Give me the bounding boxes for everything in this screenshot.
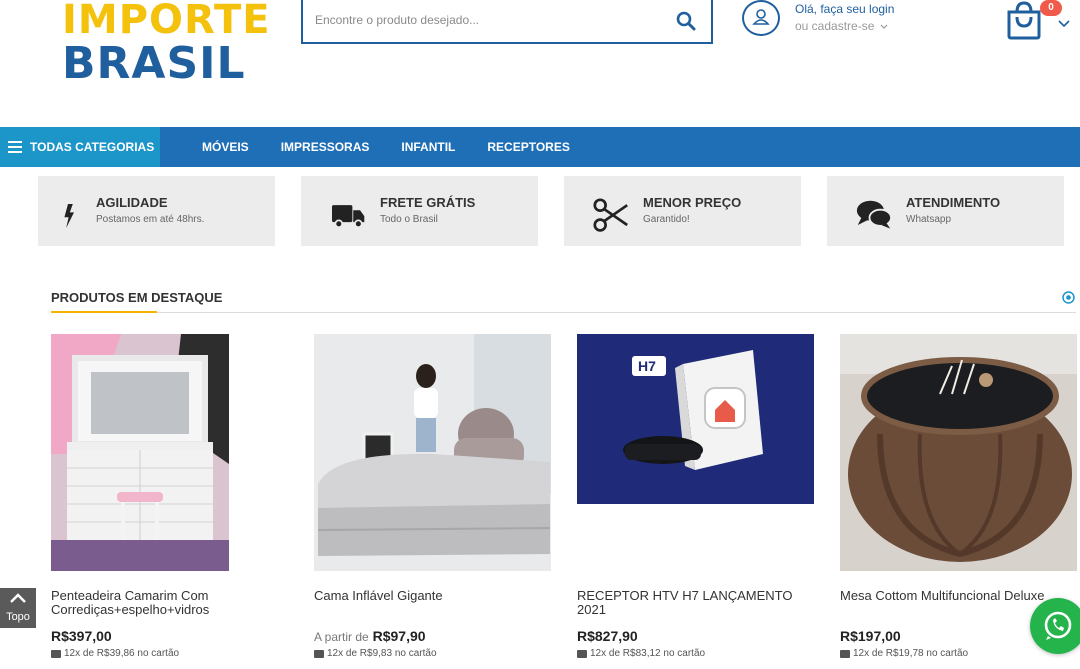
login-link[interactable]: Olá, faça seu login [795,2,894,16]
benefit-agility: AGILIDADE Postamos em até 48hrs. [38,176,275,246]
section-divider [51,312,1076,313]
benefit-lowest-price: MENOR PREÇO Garantido! [564,176,801,246]
section-title: PRODUTOS EM DESTAQUE [51,290,223,305]
benefit-subtitle: Garantido! [643,214,690,225]
product-name[interactable]: Penteadeira Camarim Com Corrediças+espel… [51,589,287,617]
shopping-bag-icon [1007,1,1041,40]
chevron-down-icon [880,24,888,29]
whatsapp-icon [1044,611,1072,640]
product-card[interactable]: Cama Inflável Gigante A partir de R$97,9… [314,334,554,669]
benefit-title: MENOR PREÇO [643,195,742,210]
credit-card-icon [314,649,324,658]
product-name[interactable]: Cama Inflável Gigante [314,589,550,603]
credit-card-icon [51,649,61,658]
installments: 12x de R$19,78 no cartão [840,648,968,659]
nav-item-moveis[interactable]: MÓVEIS [202,140,249,154]
cart-count-badge: 0 [1040,0,1062,16]
product-card[interactable]: Penteadeira Camarim Com Corrediças+espel… [51,334,291,669]
search-icon[interactable] [675,10,697,32]
nav-item-receptores[interactable]: RECEPTORES [487,140,569,154]
product-price: R$397,00 [51,628,112,644]
carousel-dot-icon[interactable] [1062,291,1075,304]
installments-text: 12x de R$19,78 no cartão [853,648,969,659]
price-prefix: A partir de [314,630,369,644]
logo-line-1: IMPORTE [62,0,271,43]
product-image[interactable] [314,334,551,571]
back-to-top-button[interactable]: Topo [0,588,36,628]
truck-icon [332,205,365,229]
main-navigation: TODAS CATEGORIAS MÓVEIS IMPRESSORAS INFA… [0,127,1080,167]
register-link[interactable]: ou cadastre-se [795,19,888,33]
product-image[interactable]: H7 [577,334,814,504]
installments-text: 12x de R$39,86 no cartão [64,648,180,659]
benefit-subtitle: Postamos em até 48hrs. [96,214,205,225]
category-menu: MÓVEIS IMPRESSORAS INFANTIL RECEPTORES [202,127,570,167]
chat-icon [856,200,892,229]
product-image[interactable] [840,334,1077,571]
nav-item-impressoras[interactable]: IMPRESSORAS [281,140,370,154]
price-value: R$97,90 [372,628,426,644]
price-value: R$197,00 [840,628,901,644]
installments: 12x de R$39,86 no cartão [51,648,179,659]
benefit-title: AGILIDADE [96,195,168,210]
lightning-icon [64,204,74,228]
hamburger-menu-icon [8,141,22,153]
price-value: R$397,00 [51,628,112,644]
search-bar [301,0,713,44]
product-name[interactable]: RECEPTOR HTV H7 LANÇAMENTO 2021 [577,589,813,617]
nav-item-infantil[interactable]: INFANTIL [401,140,455,154]
logo-line-2: BRASIL [62,38,246,89]
register-label: ou cadastre-se [795,19,875,33]
search-input[interactable] [315,8,665,32]
product-image[interactable] [51,334,229,571]
section-accent-bar [51,311,157,313]
cart-button[interactable]: 0 [1004,0,1074,42]
product-card[interactable]: H7 RECEPTOR HTV H7 LANÇAMENTO 2021 R$827… [577,334,817,669]
installments: 12x de R$9,83 no cartão [314,648,437,659]
credit-card-icon [840,649,850,658]
product-price: A partir de R$97,90 [314,628,426,644]
all-categories-label: TODAS CATEGORIAS [30,140,155,154]
product-price: R$197,00 [840,628,901,644]
price-value: R$827,90 [577,628,638,644]
benefit-free-shipping: FRETE GRÁTIS Todo o Brasil [301,176,538,246]
account-area[interactable]: Olá, faça seu login ou cadastre-se [742,0,942,40]
benefit-subtitle: Whatsapp [906,214,952,225]
back-to-top-label: Topo [6,611,30,623]
site-logo[interactable]: IMPORTE BRASIL [62,0,270,89]
benefit-title: ATENDIMENTO [906,195,1001,210]
installments-text: 12x de R$9,83 no cartão [327,648,437,659]
product-price: R$827,90 [577,628,638,644]
user-icon[interactable] [742,0,780,36]
all-categories-button[interactable]: TODAS CATEGORIAS [0,127,160,167]
credit-card-icon [577,649,587,658]
image-badge-text: H7 [638,358,656,374]
benefit-subtitle: Todo o Brasil [380,214,438,225]
chevron-down-icon[interactable] [1058,20,1070,28]
scissors-icon [593,198,628,232]
installments: 12x de R$83,12 no cartão [577,648,705,659]
whatsapp-button[interactable] [1030,598,1080,654]
chevron-up-icon [10,593,26,603]
benefit-support: ATENDIMENTO Whatsapp [827,176,1064,246]
installments-text: 12x de R$83,12 no cartão [590,648,706,659]
benefit-title: FRETE GRÁTIS [380,195,476,210]
